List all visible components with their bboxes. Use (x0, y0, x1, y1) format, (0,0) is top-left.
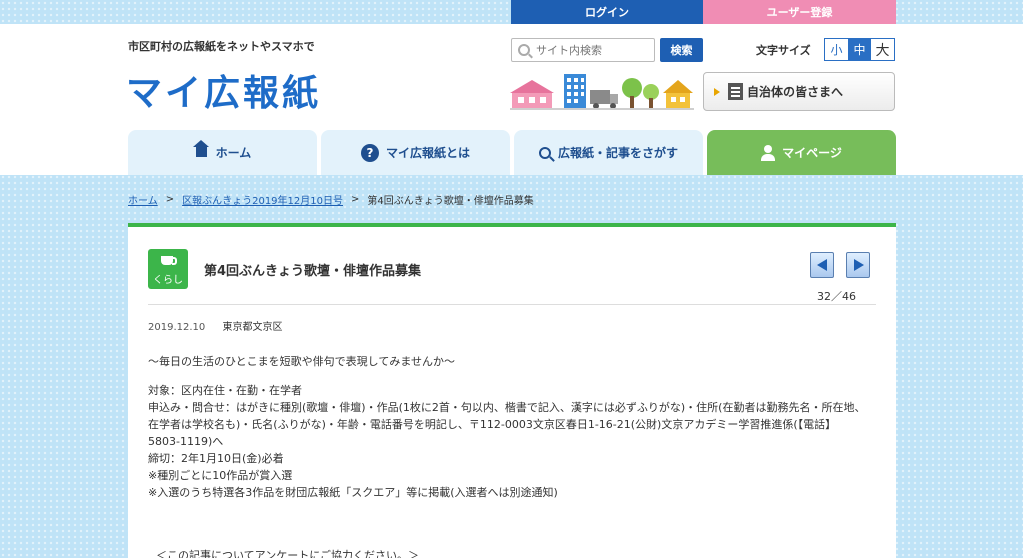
article-line: ※入選のうち特選各3作品を財団広報紙「スクエア」等に掲載(入選者へは別途通知) (148, 486, 558, 499)
divider (148, 304, 876, 305)
article-meta: 2019.12.10 東京都文京区 (148, 318, 282, 333)
article-date: 2019.12.10 (148, 322, 206, 333)
site-logo[interactable]: マイ広報紙 (126, 64, 321, 116)
font-size-large[interactable]: 大 (871, 39, 894, 60)
category-badge: くらし (148, 249, 188, 289)
user-icon (761, 144, 776, 161)
article-pager-count: 32／46 (817, 290, 856, 303)
tab-home-label: ホーム (215, 146, 252, 160)
arrow-right-icon (714, 87, 720, 96)
tab-search[interactable]: 広報紙・記事をさがす (514, 130, 703, 175)
article-line: 申込み・問合せ：はがきに種別(歌壇・俳壇)・作品(1枚に2首・句以内、楷書で記入… (148, 401, 866, 448)
register-link[interactable]: ユーザー登録 (703, 0, 896, 24)
main-nav: ホーム ? マイ広報紙とは 広報紙・記事をさがす マイページ (128, 130, 896, 175)
tab-mypage[interactable]: マイページ (707, 130, 896, 175)
search-button[interactable]: 検索 (660, 38, 703, 62)
breadcrumb-issue[interactable]: 区報ぶんきょう2019年12月10日号 (182, 192, 343, 207)
question-icon: ? (360, 143, 379, 162)
breadcrumb: ホーム > 区報ぶんきょう2019年12月10日号 > 第4回ぶんきょう歌壇・俳… (128, 192, 534, 207)
prev-article-button[interactable] (810, 252, 834, 278)
municipal-button-label: 自治体の皆さまへ (747, 85, 844, 99)
tab-about[interactable]: ? マイ広報紙とは (321, 130, 510, 175)
article-line: 締切：2年1月10日(金)必着 (148, 452, 284, 465)
breadcrumb-separator: > (165, 194, 175, 205)
category-label: くらし (153, 275, 183, 286)
home-icon (192, 140, 209, 159)
document-icon (728, 83, 743, 100)
survey-link[interactable]: ＜この記事についてアンケートにご協力ください。＞ (156, 547, 419, 558)
tab-home[interactable]: ホーム (128, 130, 317, 175)
tab-search-label: 広報紙・記事をさがす (557, 146, 678, 160)
town-illustration-icon (510, 74, 694, 110)
article-title: 第4回ぶんきょう歌壇・俳壇作品募集 (204, 264, 422, 279)
article-line: 対象：区内在住・在勤・在学者 (148, 384, 302, 397)
municipal-button[interactable]: 自治体の皆さまへ (703, 72, 895, 111)
top-bar: ログイン ユーザー登録 (511, 0, 896, 24)
font-size-switcher: 小 中 大 (824, 38, 895, 61)
cup-icon (161, 256, 177, 265)
site-tagline: 市区町村の広報紙をネットやスマホで (128, 40, 315, 53)
breadcrumb-current: 第4回ぶんきょう歌壇・俳壇作品募集 (367, 196, 534, 207)
article-body: 〜毎日の生活のひとこまを短歌や俳句で表現してみませんか〜 対象：区内在住・在勤・… (148, 353, 868, 501)
article-line: ※種別ごとに10作品が賞入選 (148, 469, 293, 482)
font-size-label: 文字サイズ (756, 44, 811, 57)
search-input[interactable] (536, 43, 646, 57)
breadcrumb-home[interactable]: ホーム (128, 192, 158, 207)
article-card: くらし 第4回ぶんきょう歌壇・俳壇作品募集 32／46 2019.12.10 東… (128, 223, 896, 558)
site-search (511, 38, 655, 62)
font-size-medium[interactable]: 中 (848, 39, 871, 60)
font-size-small[interactable]: 小 (825, 39, 848, 60)
article-org: 東京都文京区 (222, 322, 283, 333)
tab-about-label: マイ広報紙とは (385, 146, 470, 160)
login-link[interactable]: ログイン (511, 0, 703, 24)
breadcrumb-separator: > (351, 194, 360, 205)
search-icon (518, 44, 530, 56)
article-lead: 〜毎日の生活のひとこまを短歌や俳句で表現してみませんか〜 (148, 355, 456, 368)
next-article-button[interactable] (846, 252, 870, 278)
tab-mypage-label: マイページ (782, 146, 842, 160)
search-icon (538, 146, 551, 159)
